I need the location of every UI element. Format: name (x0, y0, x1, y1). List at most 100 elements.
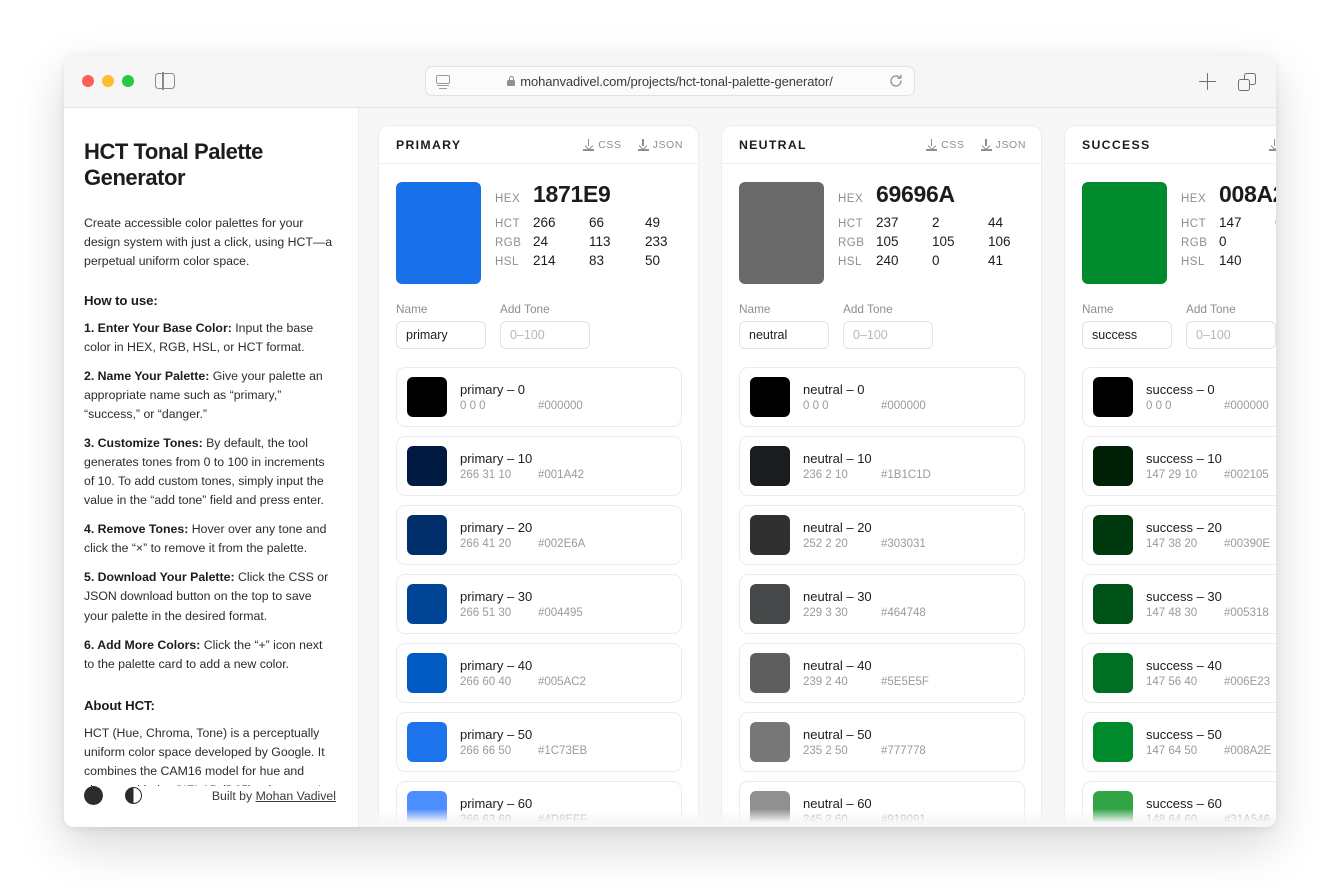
tone-hct: 148 64 60 (1146, 814, 1224, 826)
tone-swatch (407, 377, 447, 417)
tone-hct: 266 63 60 (460, 814, 538, 826)
tone-meta: 0 0 0#000000 (803, 400, 1014, 412)
tone-name: success – 60 (1146, 796, 1276, 811)
tone-meta: 229 3 30#464748 (803, 607, 1014, 619)
tone-row[interactable]: primary – 50 266 66 50#1C73EB (396, 712, 682, 772)
maximize-window-button[interactable] (122, 75, 134, 87)
tone-row[interactable]: neutral – 20252 2 20#303031 (739, 505, 1025, 565)
theme-toggle-icon[interactable] (125, 787, 142, 804)
tone-hex: #000000 (538, 400, 583, 412)
sidebar-toggle-icon[interactable] (155, 73, 175, 89)
reload-icon[interactable] (889, 74, 903, 88)
tone-meta: 266 66 50#1C73EB (460, 745, 671, 757)
value-1: 240 (876, 253, 932, 268)
base-color-swatch[interactable] (739, 182, 824, 284)
tone-row[interactable]: neutral – 00 0 0#000000 (739, 367, 1025, 427)
card-header: NEUTRAL CSS JSON (722, 126, 1041, 164)
url-display: mohanvadivel.com/projects/hct-tonal-pale… (451, 74, 889, 89)
tone-row[interactable]: success – 40147 56 40#006E23 (1082, 643, 1276, 703)
tone-row[interactable]: neutral – 40239 2 40#5E5E5F (739, 643, 1025, 703)
tone-info: neutral – 30229 3 30#464748 (803, 589, 1014, 619)
tone-swatch (750, 584, 790, 624)
value-label: RGB (495, 237, 533, 249)
tone-hct: 235 2 50 (803, 745, 881, 757)
tone-row[interactable]: neutral – 50235 2 50#777778 (739, 712, 1025, 772)
download-json-button[interactable]: JSON (638, 139, 683, 151)
tone-info: primary – 20266 41 20#002E6A (460, 520, 671, 550)
browser-window: mohanvadivel.com/projects/hct-tonal-pale… (64, 55, 1276, 827)
value-label: HSL (838, 256, 876, 268)
reader-view-icon[interactable] (435, 75, 451, 88)
palette-name-input[interactable] (1082, 321, 1172, 349)
tone-row[interactable]: primary – 20266 41 20#002E6A (396, 505, 682, 565)
card-header: PRIMARYCSSJSON (379, 126, 698, 164)
value-3: 41 (988, 253, 1042, 268)
palette-name-input[interactable] (739, 321, 829, 349)
tone-row[interactable]: primary – 30266 51 30#004495 (396, 574, 682, 634)
minimize-window-button[interactable] (102, 75, 114, 87)
tab-overview-icon[interactable] (1238, 73, 1256, 91)
how-to-step-3: 3. Customize Tones: By default, the tool… (84, 434, 336, 510)
tone-row[interactable]: primary – 40266 60 40#005AC2 (396, 643, 682, 703)
tone-row[interactable]: success – 20147 38 20#00390E (1082, 505, 1276, 565)
tone-info: success – 60 148 64 60#31A546 (1146, 796, 1276, 826)
tone-name: neutral – 10 (803, 451, 1014, 466)
download-css-button[interactable]: CSS (583, 139, 621, 151)
tone-row[interactable]: success – 30147 48 30#005318 (1082, 574, 1276, 634)
palette-name-input[interactable] (396, 321, 486, 349)
github-icon[interactable] (84, 786, 103, 805)
download-css-button[interactable]: CSS (926, 139, 964, 151)
add-tone-input[interactable] (1186, 321, 1276, 349)
tone-row[interactable]: neutral – 10 236 2 10#1B1C1D (739, 436, 1025, 496)
base-color-swatch[interactable] (396, 182, 481, 284)
tone-hex: #004495 (538, 607, 583, 619)
add-tone-label: Add Tone (500, 302, 590, 316)
card-title: NEUTRAL (739, 138, 807, 152)
tone-row[interactable]: primary – 60266 63 60#4D8EFF (396, 781, 682, 827)
base-color-swatch[interactable] (1082, 182, 1167, 284)
value-label: RGB (838, 237, 876, 249)
tone-row[interactable]: success – 60 148 64 60#31A546 (1082, 781, 1276, 827)
value-label: HEX (1181, 193, 1219, 205)
tone-row[interactable]: success – 10147 29 10#002105 (1082, 436, 1276, 496)
card-title: SUCCESS (1082, 138, 1151, 152)
tone-row[interactable]: primary – 10266 31 10#001A42 (396, 436, 682, 496)
value-row-hct: HCT237244 (838, 215, 1042, 230)
value-row-rgb: RGB24113233 (495, 234, 699, 249)
download-css-button[interactable]: CSS (1269, 139, 1276, 151)
tone-row[interactable]: primary – 00 0 0#000000 (396, 367, 682, 427)
tone-hex: #000000 (881, 400, 926, 412)
value-row-hsl: HSL240041 (838, 253, 1042, 268)
add-tone-input[interactable] (500, 321, 590, 349)
tone-row[interactable]: success – 50147 64 50#008A2E (1082, 712, 1276, 772)
download-json-button[interactable]: JSON (981, 139, 1026, 151)
tone-name: primary – 50 (460, 727, 671, 742)
tone-meta: 266 51 30#004495 (460, 607, 671, 619)
plus-icon[interactable] (1199, 73, 1216, 90)
built-by-credit: Built by Mohan Vadivel (212, 789, 336, 803)
built-by-prefix: Built by (212, 789, 256, 803)
name-field-group: Name (1082, 302, 1172, 349)
tone-hct: 0 0 0 (460, 400, 538, 412)
tone-row[interactable]: neutral – 30229 3 30#464748 (739, 574, 1025, 634)
tone-hct: 266 60 40 (460, 676, 538, 688)
step-title: 2. Name Your Palette: (84, 369, 209, 383)
tone-name: neutral – 50 (803, 727, 1014, 742)
palette-card-neutral: NEUTRALCSSJSONHEX69696AHCT237244RGB10510… (721, 125, 1042, 827)
tone-name: success – 40 (1146, 658, 1276, 673)
download-actions: CSS JSON (926, 139, 1026, 151)
address-bar[interactable]: mohanvadivel.com/projects/hct-tonal-pale… (425, 66, 915, 96)
tone-hex: #006E23 (1224, 676, 1270, 688)
tone-hex: #31A546 (1224, 814, 1270, 826)
close-window-button[interactable] (82, 75, 94, 87)
tone-row[interactable]: neutral – 60245 2 60#919091 (739, 781, 1025, 827)
name-field-group: Name (739, 302, 829, 349)
value-3: 106 (988, 234, 1042, 249)
tone-meta: 236 2 10#1B1C1D (803, 469, 1014, 481)
tone-row[interactable]: success – 00 0 0#000000 (1082, 367, 1276, 427)
tone-hex: #1B1C1D (881, 469, 931, 481)
author-link[interactable]: Mohan Vadivel (256, 789, 336, 803)
tone-swatch (1093, 653, 1133, 693)
tone-swatch (1093, 515, 1133, 555)
add-tone-input[interactable] (843, 321, 933, 349)
